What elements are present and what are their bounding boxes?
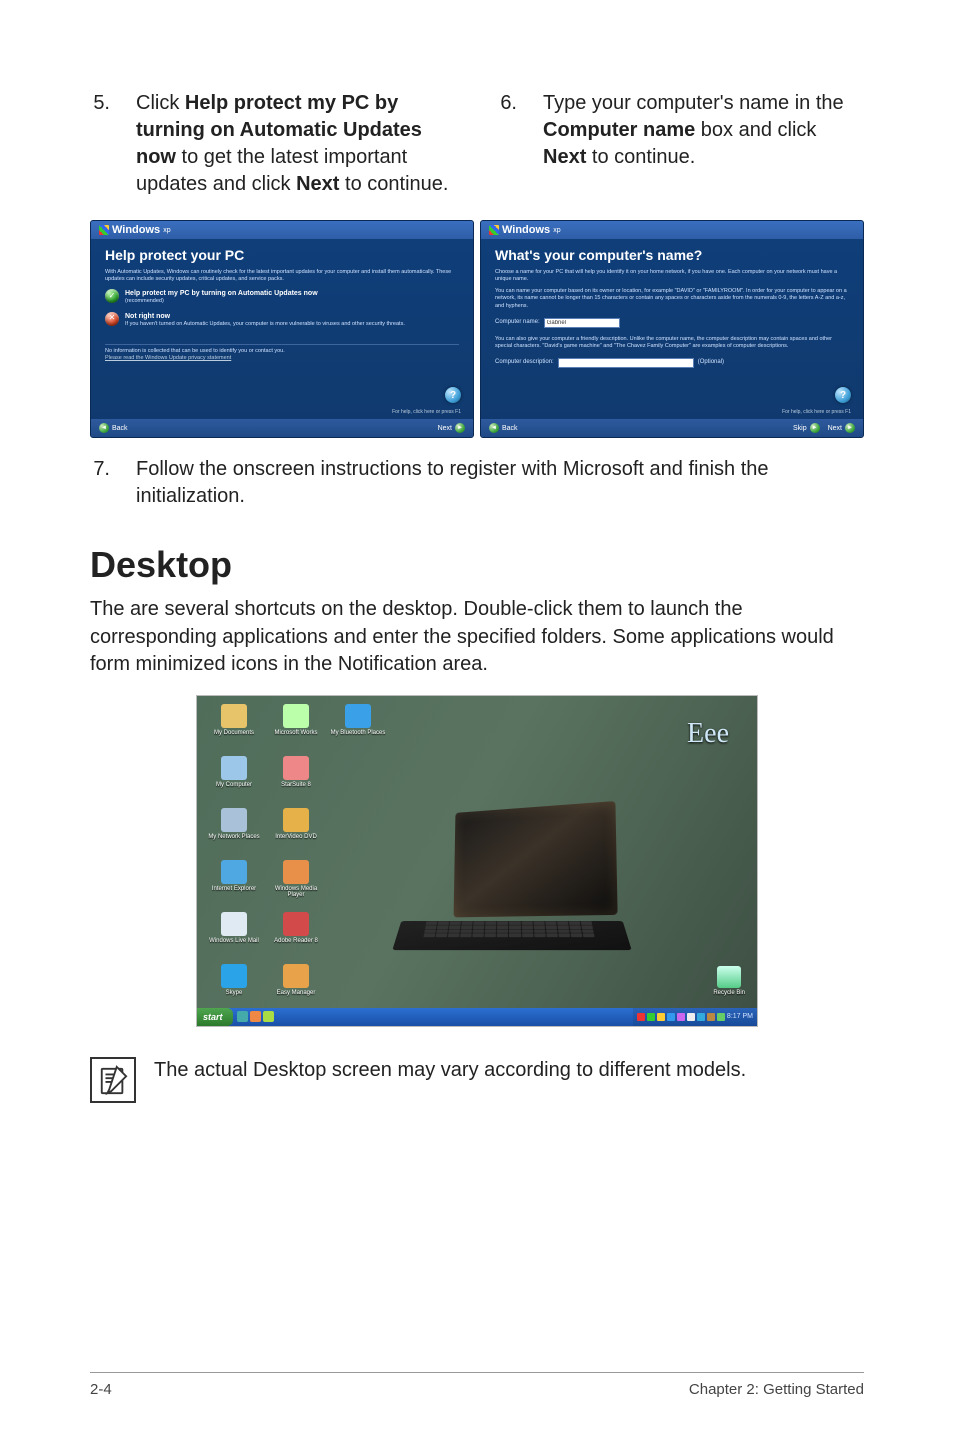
step-5-number: 5. <box>90 90 110 198</box>
eee-logo: Eee <box>687 718 729 750</box>
wizard-intro-text: With Automatic Updates, Windows can rout… <box>105 269 459 283</box>
help-icon[interactable]: ? <box>835 387 851 403</box>
help-icon[interactable]: ? <box>445 387 461 403</box>
step-6-body: Type your computer's name in the Compute… <box>543 90 864 171</box>
desktop-icon[interactable]: Adobe Reader 8 <box>267 912 325 962</box>
wizard-intro-text: Choose a name for your PC that will help… <box>495 269 849 283</box>
desktop-icon[interactable]: Windows Media Player <box>267 860 325 910</box>
option-not-now-sub: If you haven't turned on Automatic Updat… <box>125 321 405 328</box>
wizard-para3: You can also give your computer a friend… <box>495 336 849 350</box>
wizard-heading: What's your computer's name? <box>481 239 863 267</box>
wizard-heading: Help protect your PC <box>91 239 473 267</box>
desktop-screenshot: Eee My DocumentsMicrosoft WorksMy Blueto… <box>196 695 758 1027</box>
computer-desc-label: Computer description: <box>495 359 554 367</box>
desktop-icon[interactable]: Microsoft Works <box>267 704 325 754</box>
note-text: The actual Desktop screen may vary accor… <box>154 1057 746 1084</box>
notification-area[interactable]: 8:17 PM <box>633 1008 757 1026</box>
option-not-now[interactable]: Not right now <box>125 312 405 321</box>
next-button[interactable]: Next► <box>438 423 465 433</box>
wizard-para2: You can name your computer based on its … <box>495 288 849 309</box>
laptop-illustration <box>377 806 637 966</box>
back-button[interactable]: ◄Back <box>489 423 518 433</box>
help-hint: For help, click here or press F1 <box>782 409 851 415</box>
start-button[interactable]: start <box>197 1008 233 1026</box>
option-auto-updates[interactable]: Help protect my PC by turning on Automat… <box>125 289 318 298</box>
page-number: 2-4 <box>90 1381 112 1398</box>
computer-desc-input[interactable] <box>558 358 694 368</box>
note-icon <box>90 1057 136 1103</box>
privacy-link[interactable]: Please read the Windows Update privacy s… <box>105 355 231 361</box>
computer-desc-optional: (Optional) <box>698 359 724 367</box>
shield-x-icon: ✕ <box>105 312 119 326</box>
windows-flag-icon <box>489 225 499 235</box>
desktop-icon[interactable]: My Computer <box>205 756 263 806</box>
step-7-number: 7. <box>90 456 110 510</box>
step-5-body: Click Help protect my PC by turning on A… <box>136 90 457 198</box>
section-desktop-para: The are several shortcuts on the desktop… <box>90 596 864 679</box>
help-hint: For help, click here or press F1 <box>392 409 461 415</box>
desktop-icon[interactable]: Windows Live Mail <box>205 912 263 962</box>
desktop-icon[interactable]: My Documents <box>205 704 263 754</box>
next-button[interactable]: Next► <box>828 423 855 433</box>
desktop-icon[interactable]: Skype <box>205 964 263 1014</box>
step-7-body: Follow the onscreen instructions to regi… <box>136 456 864 510</box>
desktop-icon <box>329 756 387 806</box>
windows-flag-icon <box>99 225 109 235</box>
option-auto-updates-sub: (recommended) <box>125 298 318 305</box>
desktop-icon[interactable]: StarSuite 8 <box>267 756 325 806</box>
desktop-icon[interactable]: My Network Places <box>205 808 263 858</box>
section-heading-desktop: Desktop <box>90 544 864 586</box>
window-titlebar: Windowsxp <box>91 221 473 239</box>
wizard-help-protect: Windowsxp Help protect your PC With Auto… <box>90 220 474 438</box>
back-button[interactable]: ◄Back <box>99 423 128 433</box>
taskbar: start 8:17 PM <box>197 1008 757 1026</box>
wizard-computer-name: Windowsxp What's your computer's name? C… <box>480 220 864 438</box>
skip-button[interactable]: Skip► <box>793 423 820 433</box>
step-6-number: 6. <box>497 90 517 171</box>
desktop-icon <box>329 964 387 1014</box>
desktop-icon[interactable]: InterVideo DVD <box>267 808 325 858</box>
tray-clock: 8:17 PM <box>727 1013 753 1020</box>
privacy-note: No information is collected that can be … <box>105 348 459 355</box>
quick-launch[interactable] <box>233 1011 278 1022</box>
chapter-label: Chapter 2: Getting Started <box>689 1381 864 1398</box>
shield-check-icon: ✓ <box>105 289 119 303</box>
desktop-icon[interactable]: Easy Manager <box>267 964 325 1014</box>
computer-name-label: Computer name: <box>495 319 540 327</box>
computer-name-input[interactable] <box>544 318 620 328</box>
desktop-icon[interactable]: Internet Explorer <box>205 860 263 910</box>
recycle-bin-icon[interactable]: Recycle Bin <box>713 966 745 996</box>
window-titlebar: Windowsxp <box>481 221 863 239</box>
desktop-icon[interactable]: My Bluetooth Places <box>329 704 387 754</box>
